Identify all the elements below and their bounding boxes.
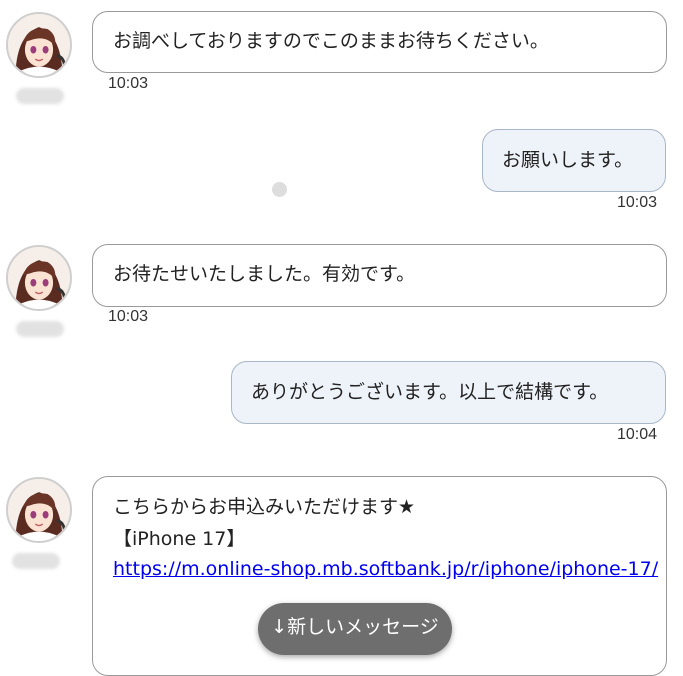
new-message-label: ↓新しいメッセージ bbox=[271, 616, 439, 638]
message-time: 10:03 bbox=[108, 308, 149, 325]
message-bubble-operator: お待たせいたしました。有効です。 bbox=[92, 244, 667, 307]
message-text: お調べしておりますのでこのままお待ちください。 bbox=[113, 30, 549, 52]
message-text: ありがとうございます。以上で結構です。 bbox=[251, 381, 609, 403]
message-time: 10:03 bbox=[108, 75, 149, 92]
product-link[interactable]: https://m.online-shop.mb.softbank.jp/r/i… bbox=[113, 558, 658, 580]
message-bubble-user: ありがとうございます。以上で結構です。 bbox=[231, 361, 666, 424]
operator-name bbox=[16, 321, 64, 337]
operator-name bbox=[16, 88, 64, 104]
operator-name bbox=[12, 553, 60, 569]
message-bubble-user: お願いします。 bbox=[482, 129, 666, 192]
message-time: 10:04 bbox=[617, 426, 658, 443]
message-text: お願いします。 bbox=[502, 149, 634, 171]
operator-avatar-icon bbox=[6, 12, 72, 78]
message-text: お待たせいたしました。有効です。 bbox=[113, 263, 416, 285]
message-bubble-operator: お調べしておりますのでこのままお待ちください。 bbox=[92, 11, 667, 73]
message-text: こちらからお申込みいただけます★ bbox=[113, 496, 416, 518]
message-time: 10:03 bbox=[617, 194, 658, 211]
new-message-button[interactable]: ↓新しいメッセージ bbox=[258, 603, 452, 655]
typing-indicator-dot bbox=[272, 182, 287, 197]
operator-avatar-icon bbox=[6, 477, 72, 543]
message-text: 【iPhone 17】 bbox=[113, 528, 246, 550]
operator-avatar-icon bbox=[6, 245, 72, 311]
